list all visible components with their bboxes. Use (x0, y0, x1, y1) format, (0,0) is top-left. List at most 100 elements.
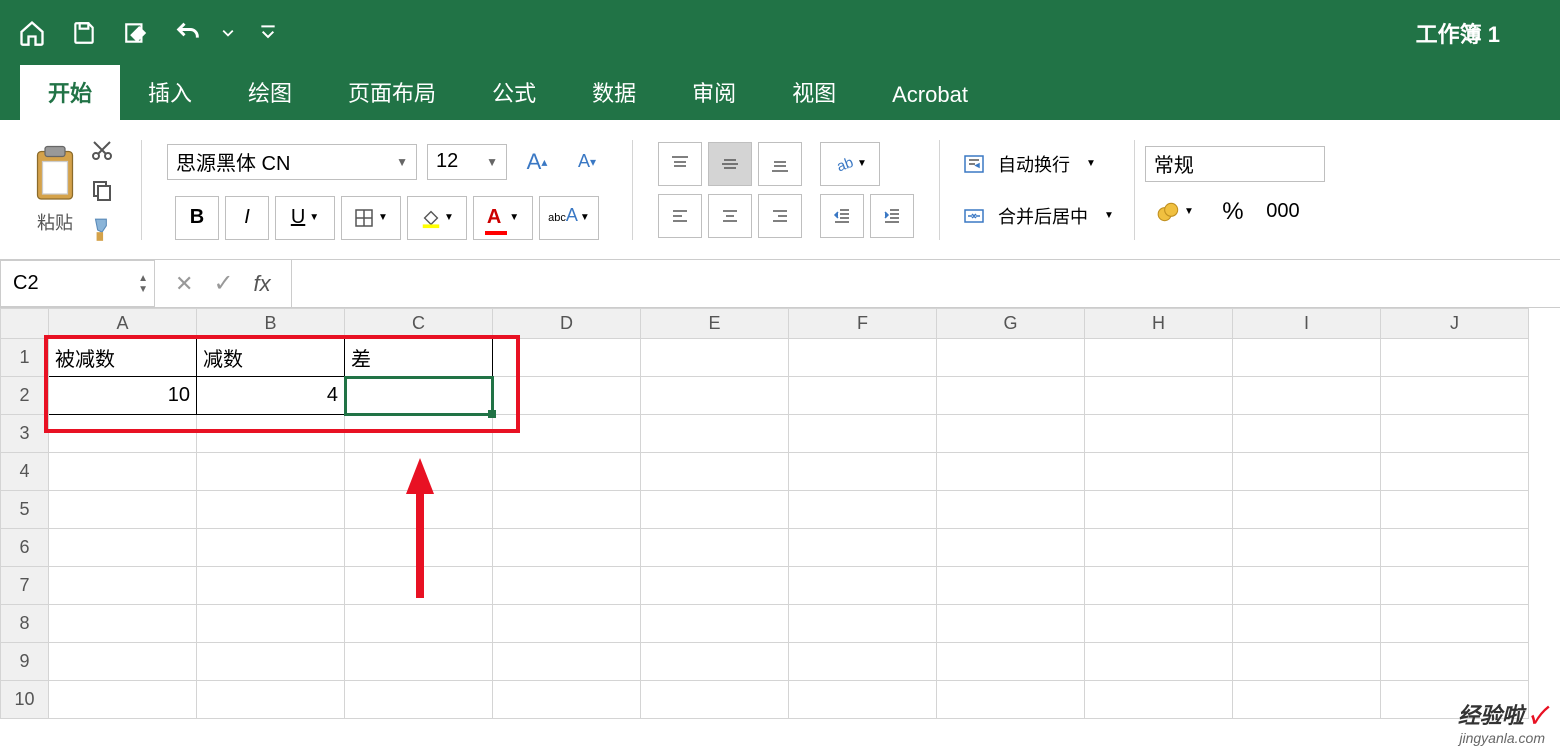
align-right-icon[interactable] (758, 194, 802, 238)
orientation-button[interactable]: ab ▼ (820, 142, 880, 186)
tab-view[interactable]: 视图 (764, 64, 864, 120)
cell[interactable] (1233, 415, 1381, 453)
underline-button[interactable]: U ▼ (275, 196, 335, 240)
cell[interactable] (197, 567, 345, 605)
increase-indent-icon[interactable] (870, 194, 914, 238)
cell[interactable] (493, 377, 641, 415)
cell[interactable] (1085, 567, 1233, 605)
cell[interactable] (1381, 377, 1529, 415)
cell[interactable] (49, 415, 197, 453)
cell[interactable] (641, 491, 789, 529)
cell[interactable] (789, 415, 937, 453)
cell[interactable] (937, 643, 1085, 681)
cell[interactable] (49, 681, 197, 719)
cell[interactable] (937, 453, 1085, 491)
cell[interactable] (49, 529, 197, 567)
cell[interactable] (789, 681, 937, 719)
cell[interactable] (49, 491, 197, 529)
cell[interactable] (197, 491, 345, 529)
row-header[interactable]: 4 (1, 453, 49, 491)
cell[interactable] (789, 567, 937, 605)
cell[interactable] (493, 491, 641, 529)
cell[interactable] (197, 643, 345, 681)
comma-format-button[interactable]: 000 (1261, 190, 1305, 234)
cell[interactable] (1381, 567, 1529, 605)
col-header[interactable]: E (641, 309, 789, 339)
cell[interactable] (789, 529, 937, 567)
cell[interactable] (937, 415, 1085, 453)
cell[interactable] (1381, 415, 1529, 453)
row-header[interactable]: 3 (1, 415, 49, 453)
cell[interactable] (493, 605, 641, 643)
font-name-combo[interactable]: 思源黑体 CN▼ (167, 144, 417, 180)
cell[interactable] (1233, 377, 1381, 415)
cell[interactable] (493, 453, 641, 491)
cell[interactable] (1381, 643, 1529, 681)
cell[interactable] (1233, 681, 1381, 719)
cell-A2[interactable]: 10 (49, 377, 197, 415)
cell[interactable] (1085, 529, 1233, 567)
cell[interactable] (937, 491, 1085, 529)
cell-C1[interactable]: 差 (345, 339, 493, 377)
format-painter-icon[interactable] (88, 216, 116, 244)
cell[interactable] (641, 567, 789, 605)
cell[interactable] (197, 681, 345, 719)
increase-font-icon[interactable]: A▴ (517, 140, 557, 184)
cell[interactable] (789, 453, 937, 491)
cell[interactable] (641, 681, 789, 719)
row-header[interactable]: 2 (1, 377, 49, 415)
fill-color-button[interactable]: ▼ (407, 196, 467, 240)
cell[interactable] (789, 377, 937, 415)
cell[interactable] (345, 605, 493, 643)
cell[interactable] (49, 567, 197, 605)
cell[interactable] (1233, 643, 1381, 681)
tab-insert[interactable]: 插入 (120, 64, 220, 120)
cell[interactable] (197, 453, 345, 491)
cell[interactable] (641, 605, 789, 643)
cell-A1[interactable]: 被减数 (49, 339, 197, 377)
cell[interactable] (493, 643, 641, 681)
row-header[interactable]: 1 (1, 339, 49, 377)
cell[interactable] (1381, 529, 1529, 567)
cell[interactable] (1233, 605, 1381, 643)
cell[interactable] (1381, 453, 1529, 491)
cell[interactable] (937, 605, 1085, 643)
col-header[interactable]: C (345, 309, 493, 339)
cell[interactable] (1381, 491, 1529, 529)
cell[interactable] (1233, 339, 1381, 377)
cell[interactable] (789, 339, 937, 377)
row-header[interactable]: 6 (1, 529, 49, 567)
cell[interactable] (493, 681, 641, 719)
font-size-combo[interactable]: 12▼ (427, 144, 507, 180)
tab-formulas[interactable]: 公式 (464, 64, 564, 120)
cell[interactable] (493, 415, 641, 453)
cell[interactable] (641, 415, 789, 453)
col-header[interactable]: I (1233, 309, 1381, 339)
cell[interactable] (1381, 605, 1529, 643)
cell[interactable] (641, 377, 789, 415)
align-top-icon[interactable] (658, 142, 702, 186)
col-header[interactable]: F (789, 309, 937, 339)
cell[interactable] (1085, 415, 1233, 453)
cell-B2[interactable]: 4 (197, 377, 345, 415)
fx-icon[interactable]: fx (254, 271, 271, 297)
cell[interactable] (937, 567, 1085, 605)
cell[interactable] (49, 605, 197, 643)
cell[interactable] (937, 377, 1085, 415)
align-left-icon[interactable] (658, 194, 702, 238)
wrap-text-button[interactable]: 自动换行 ▼ (950, 142, 1124, 186)
col-header[interactable]: D (493, 309, 641, 339)
cell[interactable] (1381, 339, 1529, 377)
row-header[interactable]: 7 (1, 567, 49, 605)
copy-icon[interactable] (88, 176, 116, 204)
select-all-corner[interactable] (1, 309, 49, 339)
cell[interactable] (641, 339, 789, 377)
col-header[interactable]: H (1085, 309, 1233, 339)
cell[interactable] (49, 643, 197, 681)
cell[interactable] (345, 681, 493, 719)
cell[interactable] (1233, 491, 1381, 529)
cell[interactable] (345, 643, 493, 681)
italic-button[interactable]: I (225, 196, 269, 240)
enter-formula-icon[interactable]: ✓ (213, 269, 233, 298)
cell[interactable] (49, 453, 197, 491)
